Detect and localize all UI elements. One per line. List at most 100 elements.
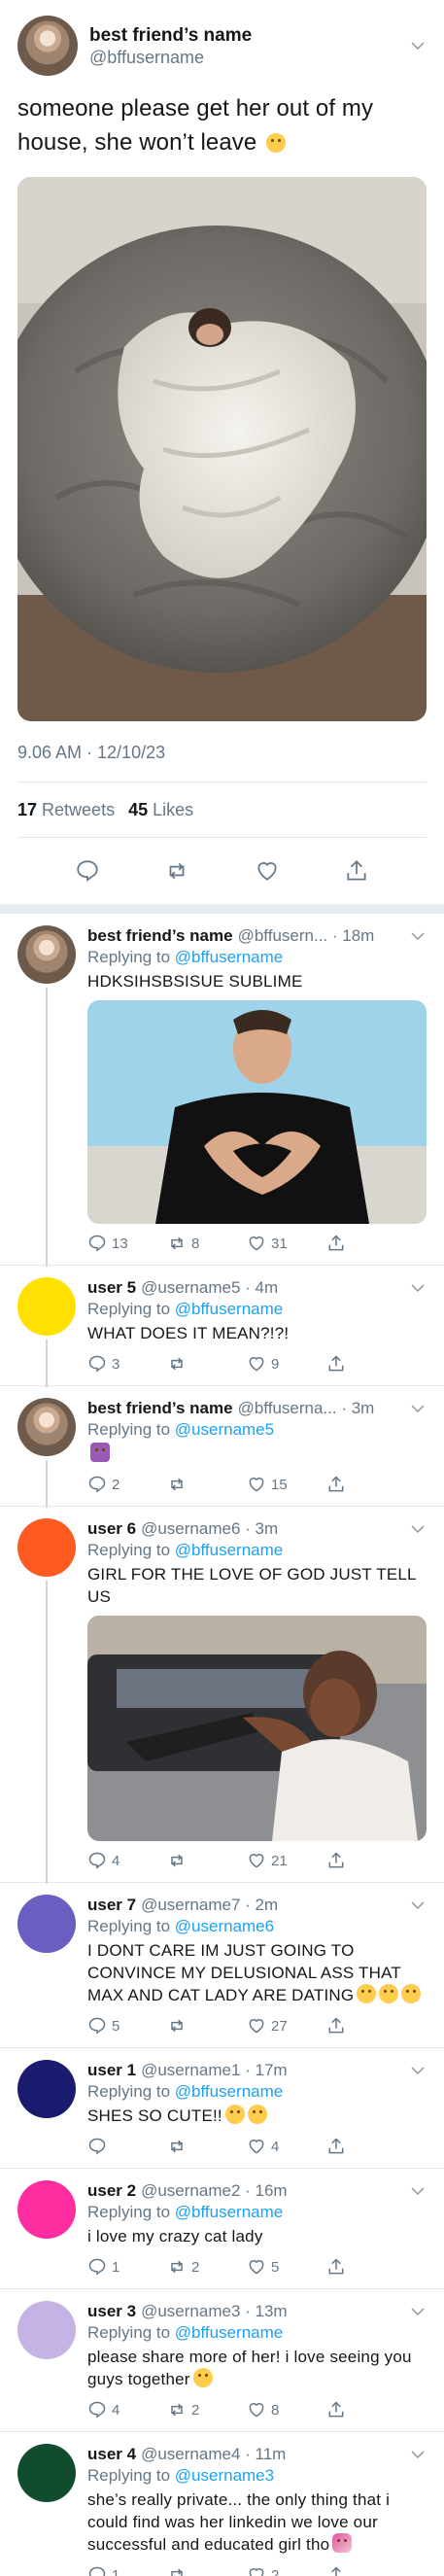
reply-author-handle[interactable]: @username3 · 13m bbox=[141, 2301, 288, 2322]
chevron-down-icon[interactable] bbox=[409, 1279, 427, 1297]
reply-action[interactable] bbox=[87, 2137, 167, 2156]
retweets-count[interactable]: 17 bbox=[17, 800, 37, 820]
like-action[interactable]: 27 bbox=[247, 2016, 326, 2036]
reply-author-handle[interactable]: @username2 · 16m bbox=[141, 2180, 288, 2202]
share-action[interactable] bbox=[326, 2565, 406, 2576]
like-icon[interactable] bbox=[255, 858, 280, 884]
reply-action[interactable]: 4 bbox=[87, 1851, 167, 1870]
reply-author-handle[interactable]: @bffuserna... · 3m bbox=[238, 1398, 375, 1419]
reply-tweet[interactable]: user 6 @username6 · 3m Replying to @bffu… bbox=[0, 1507, 444, 1884]
tweet-photo[interactable] bbox=[17, 177, 427, 721]
reply-tweet[interactable]: best friend’s name @bffuserna... · 3m Re… bbox=[0, 1386, 444, 1508]
retweet-action[interactable] bbox=[167, 2016, 247, 2036]
reply-author-name[interactable]: best friend’s name bbox=[87, 1398, 233, 1419]
retweet-action[interactable]: 2 bbox=[167, 2257, 247, 2277]
replying-to-handle[interactable]: @bffusername bbox=[175, 948, 283, 966]
reply-author-name[interactable]: user 4 bbox=[87, 2444, 136, 2465]
replying-to-handle[interactable]: @bffusername bbox=[175, 2203, 283, 2221]
reply-author-handle[interactable]: @username4 · 11m bbox=[141, 2444, 286, 2465]
author-handle[interactable]: @bffusername bbox=[89, 47, 409, 68]
reply-action[interactable]: 13 bbox=[87, 1234, 167, 1253]
reply-author-name[interactable]: user 6 bbox=[87, 1518, 136, 1540]
replying-to-handle[interactable]: @username5 bbox=[175, 1420, 274, 1439]
reply-action[interactable]: 1 bbox=[87, 2257, 167, 2277]
like-action[interactable]: 5 bbox=[247, 2257, 326, 2277]
like-action[interactable]: 4 bbox=[247, 2137, 326, 2156]
avatar[interactable] bbox=[17, 2301, 76, 2359]
share-action[interactable] bbox=[326, 2400, 406, 2419]
like-action[interactable]: 2 bbox=[247, 2565, 326, 2576]
reply-author-name[interactable]: best friend’s name bbox=[87, 925, 233, 947]
chevron-down-icon[interactable] bbox=[409, 1897, 427, 1914]
reply-action[interactable]: 2 bbox=[87, 1475, 167, 1494]
share-action[interactable] bbox=[326, 1851, 406, 1870]
reply-tweet[interactable]: user 2 @username2 · 16m Replying to @bff… bbox=[0, 2169, 444, 2288]
retweet-action[interactable] bbox=[167, 1475, 247, 1494]
avatar[interactable] bbox=[17, 1398, 76, 1456]
reply-tweet[interactable]: user 4 @username4 · 11m Replying to @use… bbox=[0, 2432, 444, 2576]
replying-to-handle[interactable]: @bffusername bbox=[175, 2323, 283, 2342]
chevron-down-icon[interactable] bbox=[409, 37, 427, 54]
reply-action[interactable]: 5 bbox=[87, 2016, 167, 2036]
retweet-action[interactable] bbox=[167, 1851, 247, 1870]
avatar[interactable] bbox=[17, 1895, 76, 1953]
retweet-action[interactable] bbox=[167, 2565, 247, 2576]
retweet-action[interactable]: 8 bbox=[167, 1234, 247, 1253]
avatar[interactable] bbox=[17, 2444, 76, 2502]
reply-author-name[interactable]: user 7 bbox=[87, 1895, 136, 1916]
chevron-down-icon[interactable] bbox=[409, 927, 427, 945]
avatar[interactable] bbox=[17, 1277, 76, 1336]
chevron-down-icon[interactable] bbox=[409, 2446, 427, 2463]
retweet-action[interactable]: 2 bbox=[167, 2400, 247, 2419]
reply-author-handle[interactable]: @username7 · 2m bbox=[141, 1895, 278, 1916]
reply-tweet[interactable]: user 1 @username1 · 17m Replying to @bff… bbox=[0, 2048, 444, 2168]
retweets-label[interactable]: Retweets bbox=[42, 800, 115, 820]
avatar[interactable] bbox=[17, 2060, 76, 2118]
chevron-down-icon[interactable] bbox=[409, 2062, 427, 2079]
replying-to-handle[interactable]: @username6 bbox=[175, 1917, 274, 1935]
chevron-down-icon[interactable] bbox=[409, 1400, 427, 1417]
like-action[interactable]: 8 bbox=[247, 2400, 326, 2419]
reply-author-handle[interactable]: @username1 · 17m bbox=[141, 2060, 288, 2081]
share-action[interactable] bbox=[326, 1234, 406, 1253]
replying-to-handle[interactable]: @username3 bbox=[175, 2466, 274, 2485]
reply-action[interactable]: 4 bbox=[87, 2400, 167, 2419]
like-action[interactable]: 9 bbox=[247, 1354, 326, 1374]
share-action[interactable] bbox=[326, 1354, 406, 1374]
share-action[interactable] bbox=[326, 2257, 406, 2277]
share-action[interactable] bbox=[326, 1475, 406, 1494]
reply-tweet[interactable]: user 7 @username7 · 2m Replying to @user… bbox=[0, 1883, 444, 2047]
reply-action[interactable]: 3 bbox=[87, 1354, 167, 1374]
likes-label[interactable]: Likes bbox=[153, 800, 193, 820]
chevron-down-icon[interactable] bbox=[409, 1520, 427, 1538]
avatar[interactable] bbox=[17, 925, 76, 984]
reply-tweet[interactable]: best friend’s name @bffusern... · 18m Re… bbox=[0, 914, 444, 1267]
reply-author-name[interactable]: user 2 bbox=[87, 2180, 136, 2202]
like-action[interactable]: 31 bbox=[247, 1234, 326, 1253]
avatar[interactable] bbox=[17, 2180, 76, 2239]
retweet-action[interactable] bbox=[167, 2137, 247, 2156]
chevron-down-icon[interactable] bbox=[409, 2303, 427, 2320]
like-action[interactable]: 21 bbox=[247, 1851, 326, 1870]
avatar[interactable] bbox=[17, 16, 78, 76]
share-icon[interactable] bbox=[344, 858, 369, 884]
share-action[interactable] bbox=[326, 2137, 406, 2156]
reply-author-handle[interactable]: @bffusern... · 18m bbox=[238, 925, 375, 947]
likes-count[interactable]: 45 bbox=[128, 800, 148, 820]
replying-to-handle[interactable]: @bffusername bbox=[175, 2082, 283, 2101]
avatar[interactable] bbox=[17, 1518, 76, 1577]
retweet-icon[interactable] bbox=[164, 858, 189, 884]
author-name[interactable]: best friend’s name bbox=[89, 24, 409, 47]
reply-icon[interactable] bbox=[75, 858, 100, 884]
reply-author-handle[interactable]: @username6 · 3m bbox=[141, 1518, 278, 1540]
reply-photo[interactable] bbox=[87, 1000, 427, 1224]
retweet-action[interactable] bbox=[167, 1354, 247, 1374]
reply-tweet[interactable]: user 3 @username3 · 13m Replying to @bff… bbox=[0, 2289, 444, 2431]
like-action[interactable]: 15 bbox=[247, 1475, 326, 1494]
reply-author-name[interactable]: user 5 bbox=[87, 1277, 136, 1299]
replying-to-handle[interactable]: @bffusername bbox=[175, 1541, 283, 1559]
reply-photo[interactable] bbox=[87, 1616, 427, 1841]
reply-author-name[interactable]: user 3 bbox=[87, 2301, 136, 2322]
replying-to-handle[interactable]: @bffusername bbox=[175, 1300, 283, 1318]
reply-tweet[interactable]: user 5 @username5 · 4m Replying to @bffu… bbox=[0, 1266, 444, 1387]
